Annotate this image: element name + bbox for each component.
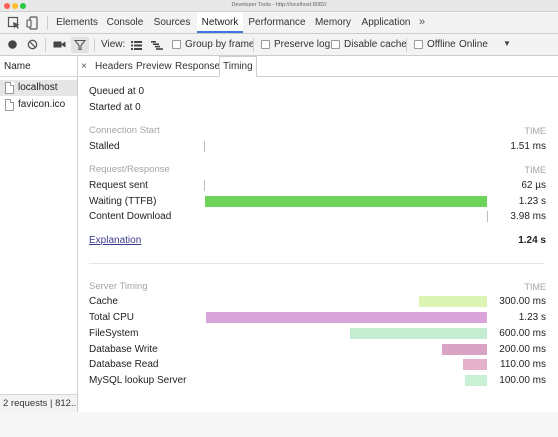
timing-row-value: 3.98 ms [510,211,546,222]
preserve-log-label: Preserve log [274,39,331,50]
request-row[interactable]: favicon.ico [0,97,77,113]
throttling-select[interactable]: Online [459,39,488,50]
request-sent-bar [204,180,205,191]
chevron-down-icon[interactable]: ▼ [503,39,511,48]
panel-tabstrip: Elements Console Sources Network Perform… [0,12,558,34]
document-icon [5,82,14,94]
tab-performance[interactable]: Performance [246,12,308,33]
timing-row-label: Waiting (TTFB) [89,196,157,207]
mysql-lookup-bar [465,375,487,386]
request-name: favicon.ico [18,99,66,110]
view-label: View: [101,39,126,50]
inspect-element-icon[interactable] [7,16,21,30]
database-read-bar [463,359,487,370]
disable-cache-label: Disable cache [344,39,407,50]
tab-preview[interactable]: Preview [136,56,172,76]
request-row[interactable]: localhost [0,80,77,96]
timing-row-label: Database Read [89,359,159,370]
window-title: Developer Tools - http://localhost:8082/ [231,2,327,8]
timing-row-value: 1.23 s [518,312,546,323]
offline-label: Offline [427,39,456,50]
device-toolbar-icon[interactable] [26,16,40,30]
tab-response[interactable]: Response [175,56,220,76]
filesystem-bar [350,328,487,339]
queued-at: Queued at 0 [89,86,145,97]
tab-headers[interactable]: Headers [95,56,133,76]
toolbar-separator [94,38,95,52]
name-column-header[interactable]: Name [0,56,77,77]
section-heading: Server Timing [89,281,148,292]
request-list: Name localhost favicon.ico 2 requests | … [0,56,78,412]
database-write-bar [442,344,487,355]
timing-row-label: Request sent [89,180,148,191]
explanation-link[interactable]: Explanation [89,235,141,246]
timing-row-label: Database Write [89,344,158,355]
tab-memory[interactable]: Memory [311,12,355,33]
window-titlebar: Developer Tools - http://localhost:8082/ [0,0,558,12]
timing-row-value: 1.51 ms [510,141,546,152]
timing-row-label: Total CPU [89,312,135,323]
timing-row-value: 200.00 ms [499,344,546,355]
filter-icon [74,39,86,51]
time-column-label: TIME [524,165,547,175]
tabstrip-separator [47,16,48,30]
tab-elements[interactable]: Elements [52,12,102,33]
record-icon[interactable] [7,39,18,50]
started-at: Started at 0 [89,102,141,113]
toolbar-separator [406,38,407,52]
document-icon [5,99,14,111]
stalled-bar [204,141,205,152]
request-name: localhost [18,82,58,93]
filter-toggle-button[interactable] [71,37,89,53]
waiting-ttfb-bar [205,196,487,207]
content-download-bar [487,211,488,222]
group-by-frame-checkbox[interactable] [172,40,181,49]
total-cpu-bar [206,312,487,323]
time-column-label: TIME [524,282,547,292]
timing-row-label: FileSystem [89,328,139,339]
status-summary: 2 requests | 812... [0,394,77,412]
preserve-log-checkbox[interactable] [261,40,270,49]
toolbar-separator [45,38,46,52]
cache-bar [419,296,487,307]
timing-panel: Queued at 0 Started at 0 Connection Star… [79,77,558,417]
offline-checkbox[interactable] [414,40,423,49]
timing-row-label: Content Download [89,211,172,222]
timing-row-value: 100.00 ms [499,375,546,386]
detail-tabstrip: × Headers Preview Response Timing [79,56,558,77]
timing-row-value: 62 µs [521,180,546,191]
group-by-frame-label: Group by frame [185,39,255,50]
capture-screenshots-icon[interactable] [53,39,66,50]
clear-icon[interactable] [27,39,38,50]
toolbar-separator [253,38,254,52]
timing-row-value: 600.00 ms [499,328,546,339]
more-tabs-button[interactable]: » [419,12,425,33]
tab-sources[interactable]: Sources [150,12,194,33]
section-heading: Request/Response [89,164,170,175]
time-column-label: TIME [524,126,547,136]
tab-application[interactable]: Application [359,12,413,33]
window-bottom-edge [0,412,558,437]
large-rows-icon[interactable] [131,41,142,50]
timing-row-label: Stalled [89,141,120,152]
network-toolbar: View: Group by frame Preserve log Disabl… [0,34,558,56]
tab-timing[interactable]: Timing [219,56,257,77]
total-time: 1.24 s [518,235,546,246]
disable-cache-checkbox[interactable] [331,40,340,49]
section-divider [89,263,544,264]
timing-row-label: Cache [89,296,118,307]
timing-row-value: 300.00 ms [499,296,546,307]
timing-row-value: 110.00 ms [500,359,546,370]
section-heading: Connection Start [89,125,160,136]
tab-console[interactable]: Console [103,12,147,33]
timing-row-value: 1.23 s [518,196,546,207]
close-icon[interactable]: × [79,56,89,77]
tab-network[interactable]: Network [197,12,243,33]
overview-icon[interactable] [151,41,163,50]
timing-row-label: MySQL lookup Server [89,375,187,386]
